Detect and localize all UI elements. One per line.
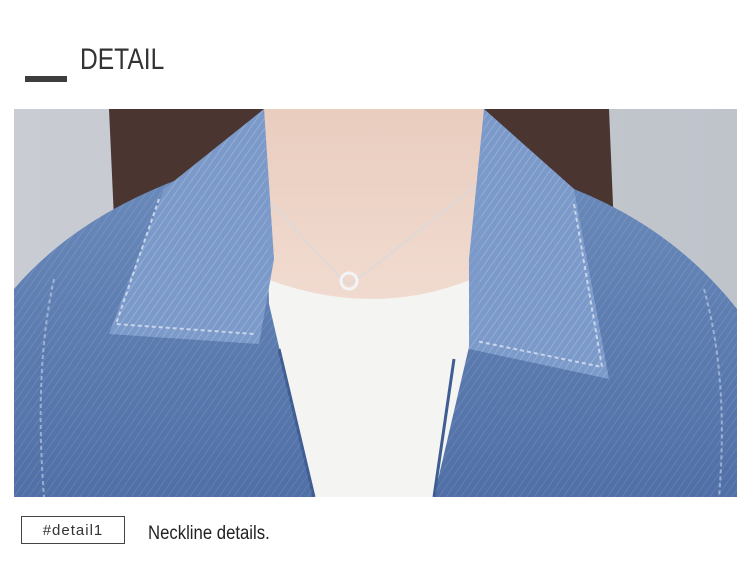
header-accent-bar	[25, 76, 67, 82]
product-detail-photo	[14, 109, 737, 497]
detail-caption: Neckline details.	[148, 523, 270, 544]
section-title: DETAIL	[80, 43, 165, 76]
detail-tag: #detail1	[21, 516, 125, 544]
